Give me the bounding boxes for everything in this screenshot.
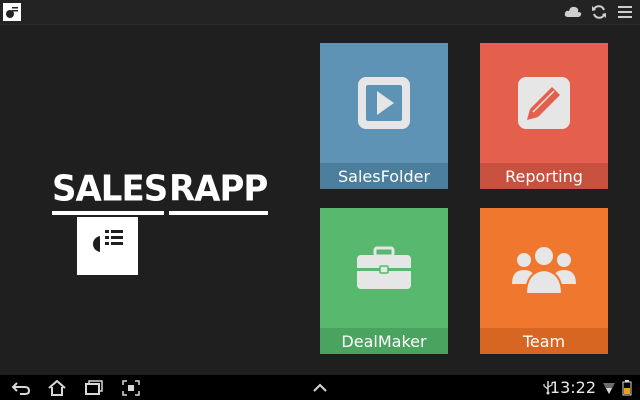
tile-label: Reporting bbox=[480, 163, 608, 189]
logo-text-sales: SALES bbox=[52, 168, 168, 210]
battery-icon bbox=[622, 380, 632, 396]
recent-apps-icon[interactable] bbox=[83, 379, 105, 396]
cloud-icon[interactable] bbox=[564, 3, 582, 21]
tile-label: Team bbox=[480, 328, 608, 354]
top-action-bar bbox=[0, 0, 640, 25]
logo-badge-icon bbox=[77, 217, 138, 275]
home-icon[interactable] bbox=[46, 379, 68, 396]
play-icon bbox=[356, 75, 412, 131]
status-clock: 13:22 bbox=[549, 378, 596, 397]
tile-dealmaker[interactable]: DealMaker bbox=[320, 208, 448, 354]
tile-reporting[interactable]: Reporting bbox=[480, 43, 608, 189]
screenshot-icon[interactable] bbox=[120, 379, 142, 396]
pencil-icon bbox=[516, 75, 572, 131]
up-icon[interactable] bbox=[309, 379, 331, 396]
menu-icon[interactable] bbox=[616, 3, 634, 21]
back-icon[interactable] bbox=[10, 379, 32, 396]
tile-team[interactable]: Team bbox=[480, 208, 608, 354]
people-icon bbox=[510, 240, 578, 296]
tile-label: DealMaker bbox=[320, 328, 448, 354]
logo-underline-right bbox=[169, 211, 268, 215]
wifi-icon bbox=[602, 380, 616, 395]
sync-icon[interactable] bbox=[590, 3, 608, 21]
system-navigation-bar: 13:22 bbox=[0, 375, 640, 400]
home-screen: SALES RAPP SalesFolder Reporting DealMak… bbox=[0, 25, 640, 374]
salesrapp-logo: SALES RAPP bbox=[52, 168, 272, 280]
tile-salesfolder[interactable]: SalesFolder bbox=[320, 43, 448, 189]
briefcase-icon bbox=[353, 240, 415, 296]
top-actions bbox=[564, 3, 634, 21]
app-logo-icon[interactable] bbox=[3, 3, 21, 21]
logo-text-rapp: RAPP bbox=[169, 168, 268, 210]
logo-underline-left bbox=[52, 211, 164, 215]
tile-label: SalesFolder bbox=[320, 163, 448, 189]
